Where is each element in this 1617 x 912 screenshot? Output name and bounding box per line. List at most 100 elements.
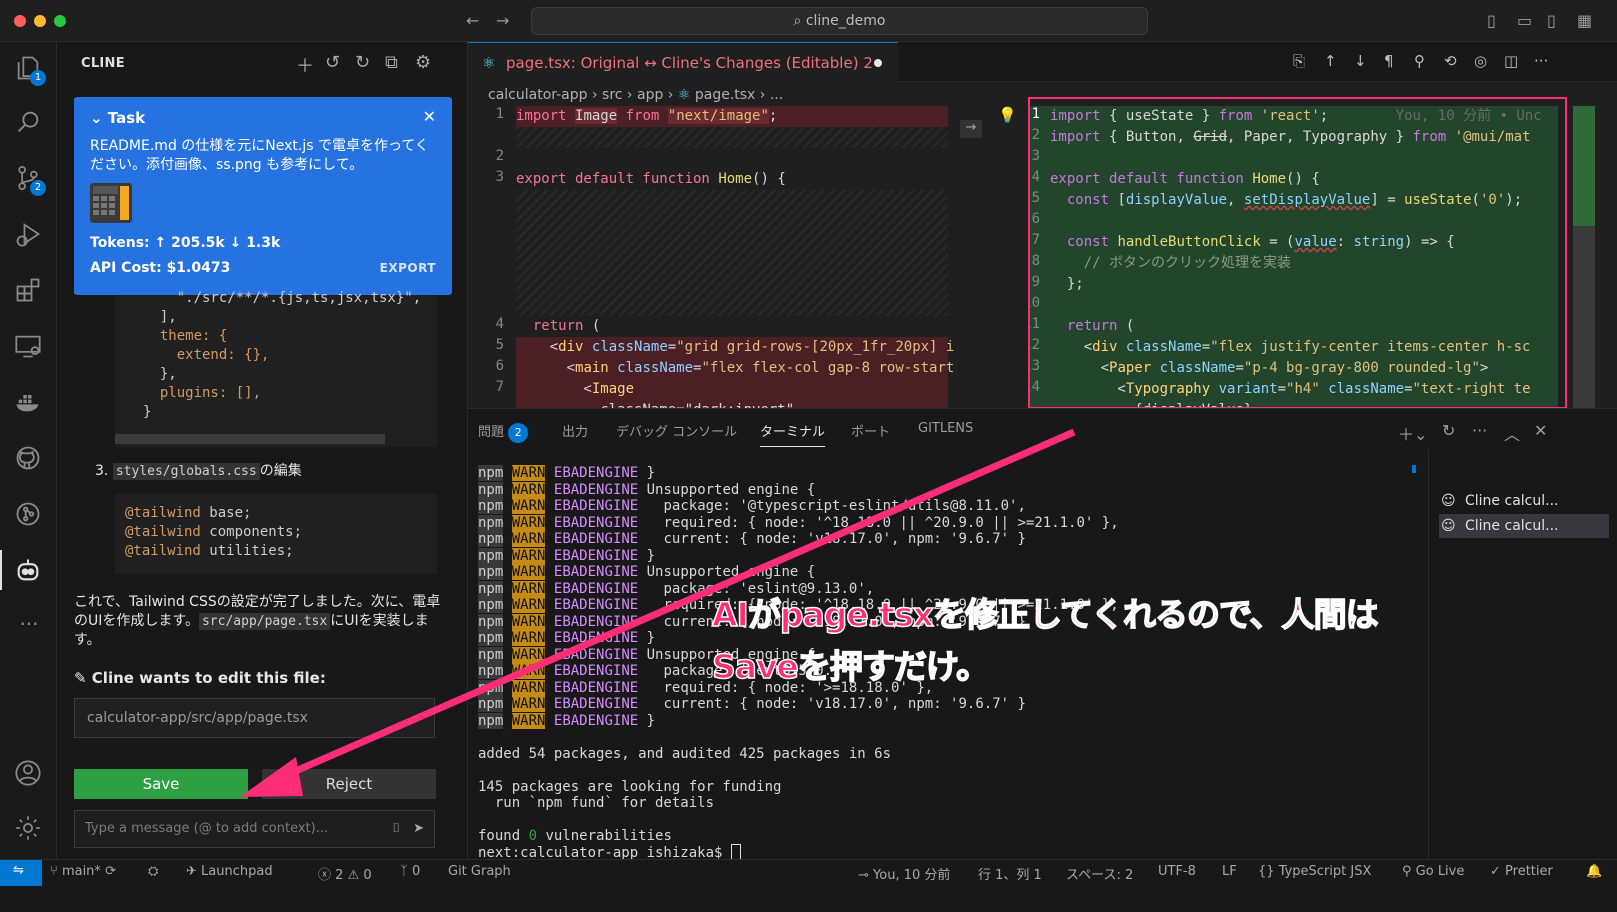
back-arrow-icon[interactable]: ← xyxy=(466,11,479,30)
more-actions-icon[interactable]: ··· xyxy=(1472,421,1487,440)
task-header[interactable]: ⌄ Task xyxy=(90,109,145,127)
close-panel-icon[interactable]: ✕ xyxy=(1534,421,1547,440)
toggle-sidebar-icon[interactable]: ▯ xyxy=(1487,11,1496,30)
maximize-window-button[interactable] xyxy=(54,15,66,27)
npm-label: npm xyxy=(478,712,504,729)
tab-ports[interactable]: ポート xyxy=(851,421,890,440)
open-external-icon[interactable]: ⧉ xyxy=(385,52,398,73)
remote-indicator[interactable]: ⇋ xyxy=(0,860,42,886)
account-icon[interactable] xyxy=(14,759,44,789)
toggle-secondary-sidebar-icon[interactable]: ▯ xyxy=(1547,11,1556,30)
unsaved-dot-icon[interactable] xyxy=(874,59,882,67)
ebadengine-label: EBADENGINE xyxy=(553,597,639,613)
encoding[interactable]: UTF-8 xyxy=(1158,864,1196,879)
git-graph-item[interactable]: Git Graph xyxy=(448,864,511,879)
next-change-icon[interactable]: ↓ xyxy=(1354,52,1367,70)
tab-output[interactable]: 出力 xyxy=(562,421,588,440)
code-line: <div className="grid grid-rows-[20px_1fr… xyxy=(516,339,955,355)
close-icon[interactable]: ✕ xyxy=(423,107,436,126)
ports-indicator[interactable]: ᛉ 0 xyxy=(400,864,420,879)
close-window-button[interactable] xyxy=(14,15,26,27)
revert-icon[interactable]: ⟲ xyxy=(1444,52,1457,70)
export-button[interactable]: EXPORT xyxy=(380,261,436,275)
breadcrumb-item[interactable]: calculator-app xyxy=(488,87,588,103)
save-button[interactable]: Save xyxy=(74,769,248,799)
forward-arrow-icon[interactable]: → xyxy=(496,11,509,30)
terminal-list: ☺ Cline calcul... ☺ Cline calcul... xyxy=(1428,449,1617,860)
explorer-badge: 1 xyxy=(30,70,46,86)
run-debug-icon[interactable] xyxy=(14,220,44,250)
line-ending[interactable]: LF xyxy=(1222,864,1237,879)
send-icon[interactable]: ➤ xyxy=(413,811,424,847)
history-icon[interactable]: ↺ xyxy=(325,52,340,73)
tab-problems[interactable]: 問題 2 xyxy=(478,421,529,443)
explorer-icon[interactable]: 1 xyxy=(14,54,46,86)
lightbulb-icon[interactable]: 💡 xyxy=(998,106,1017,124)
remote-explorer-icon[interactable] xyxy=(14,332,44,362)
refresh-icon[interactable]: ↻ xyxy=(355,52,370,73)
search-icon[interactable] xyxy=(14,108,44,138)
debug-icon[interactable]: ⛭ xyxy=(148,864,158,879)
toggle-panel-icon[interactable]: ▭ xyxy=(1517,11,1532,30)
warn-label: WARN xyxy=(511,630,546,646)
new-task-plus-icon[interactable]: ＋ xyxy=(296,52,314,78)
cline-robot-icon[interactable] xyxy=(14,556,44,586)
restart-icon[interactable]: ↻ xyxy=(1442,421,1455,440)
branch-indicator[interactable]: ⑂ main* ⟳ xyxy=(50,864,116,879)
npm-label: npm xyxy=(478,498,504,514)
breadcrumb-item[interactable]: page.tsx xyxy=(695,87,755,103)
settings-gear-icon[interactable]: ⚙ xyxy=(415,52,431,73)
camera-icon[interactable]: ⌷ xyxy=(392,811,400,847)
command-center-search[interactable]: ⌕ cline_demo xyxy=(531,7,1148,35)
prettier-item[interactable]: ✓ Prettier xyxy=(1490,864,1553,879)
reject-button[interactable]: Reject xyxy=(262,769,436,799)
terminal-list-item[interactable]: ☺ Cline calcul... xyxy=(1439,514,1609,538)
revert-block-arrow-icon[interactable]: → xyxy=(960,120,982,138)
gitlens-icon[interactable] xyxy=(14,500,44,530)
more-actions-icon[interactable]: ··· xyxy=(1534,52,1548,70)
map-icon[interactable]: ⚲ xyxy=(1414,52,1425,70)
launchpad-item[interactable]: ✈ Launchpad xyxy=(186,864,273,879)
horizontal-scrollbar[interactable] xyxy=(115,434,385,444)
github-icon[interactable] xyxy=(14,444,44,474)
whitespace-icon[interactable]: ¶ xyxy=(1384,52,1394,70)
notifications-bell-icon[interactable]: 🔔 xyxy=(1586,864,1602,879)
terminal-text: } xyxy=(638,630,656,646)
timeline-icon[interactable]: ◎ xyxy=(1474,52,1487,70)
split-editor-icon[interactable]: ◫ xyxy=(1504,52,1518,70)
breadcrumb-item[interactable]: ... xyxy=(770,87,783,103)
breadcrumb-item[interactable]: app xyxy=(637,87,663,103)
attached-image-thumbnail[interactable] xyxy=(90,183,132,223)
manage-gear-icon[interactable] xyxy=(14,814,44,844)
problems-indicator[interactable]: ⓧ 2 ⚠ 0 xyxy=(318,864,372,883)
file-path-dropdown[interactable]: calculator-app/src/app/page.tsx ⌄ xyxy=(74,698,435,738)
customize-layout-icon[interactable]: ▦ xyxy=(1577,11,1592,30)
branch-icon: ⑂ xyxy=(50,864,62,879)
maximize-panel-icon[interactable]: ︿ xyxy=(1504,421,1520,445)
line-number: 2 xyxy=(495,148,504,164)
blame-indicator[interactable]: ⊸ You, 10 分前 xyxy=(858,864,950,883)
assistant-message: これで、Tailwind CSSの設定が完了しました。次に、電卓のUIを作成しま… xyxy=(74,594,441,648)
source-control-icon[interactable]: 2 xyxy=(14,164,46,196)
go-live-item[interactable]: ⚲ Go Live xyxy=(1402,864,1464,879)
tab-terminal[interactable]: ターミナル xyxy=(760,421,826,447)
indentation[interactable]: スペース: 2 xyxy=(1066,864,1133,883)
editor-tab[interactable]: ⚛ page.tsx: Original ↔ Cline's Changes (… xyxy=(468,42,898,82)
breadcrumb-item[interactable]: src xyxy=(602,87,622,103)
more-icon[interactable]: ··· xyxy=(14,612,44,642)
extensions-icon[interactable] xyxy=(14,276,44,306)
tab-gitlens[interactable]: GITLENS xyxy=(918,421,973,436)
previous-change-icon[interactable]: ↑ xyxy=(1324,52,1337,70)
docker-icon[interactable] xyxy=(14,388,44,418)
original-pane[interactable]: 1 import Image from "next/image"; 2 3 ex… xyxy=(468,106,958,420)
open-file-icon[interactable]: ⎘ xyxy=(1293,52,1305,70)
new-terminal-plus-icon[interactable]: ＋⌄ xyxy=(1398,421,1427,445)
tab-debug-console[interactable]: デバッグ コンソール xyxy=(616,421,737,440)
message-input[interactable]: Type a message (@ to add context)... ⌷ ➤ xyxy=(74,810,435,848)
minimize-window-button[interactable] xyxy=(34,15,46,27)
language-mode[interactable]: {} TypeScript JSX xyxy=(1258,864,1371,879)
terminal-list-item[interactable]: ☺ Cline calcul... xyxy=(1439,489,1609,513)
warn-label: WARN xyxy=(511,481,546,498)
cursor-position[interactable]: 行 1、列 1 xyxy=(978,864,1042,883)
terminal-text: current: { node: 'v18.17.0', npm: '9.6.7… xyxy=(638,531,1026,547)
